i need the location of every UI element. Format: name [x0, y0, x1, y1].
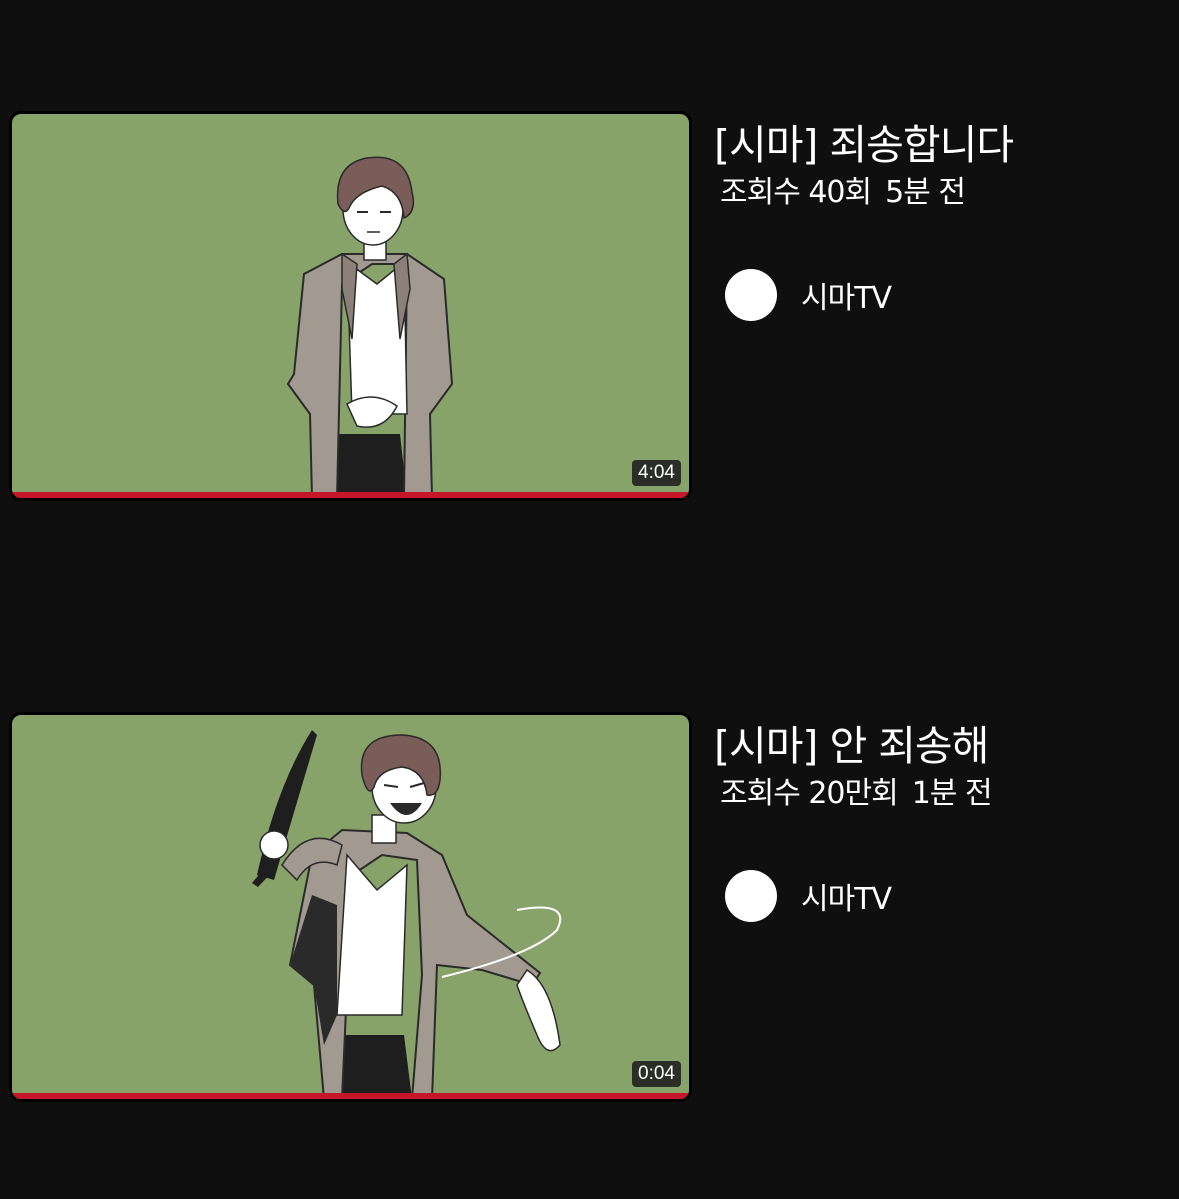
view-count: 조회수 40회	[720, 175, 872, 210]
video-thumbnail[interactable]: 0:04	[9, 712, 692, 1102]
video-title[interactable]: [시마] 안 죄송해	[714, 720, 1169, 772]
video-thumbnail[interactable]: 4:04	[9, 111, 692, 501]
video-info: [시마] 안 죄송해 조회수 20만회 1분 전 시마TV	[714, 720, 1169, 922]
character-slashing-illustration	[252, 730, 562, 1099]
watch-progress-bar	[12, 492, 689, 498]
channel-row[interactable]: 시마TV	[725, 870, 892, 922]
duration-badge: 0:04	[632, 1061, 681, 1087]
character-standing-illustration	[286, 156, 454, 498]
channel-name[interactable]: 시마TV	[801, 273, 892, 317]
video-card[interactable]: 0:04 [시마] 안 죄송해 조회수 20만회 1분 전 시마TV	[9, 712, 1169, 1112]
video-info: [시마] 죄송합니다 조회수 40회 5분 전 시마TV	[714, 119, 1169, 321]
upload-age: 1분 전	[911, 776, 993, 811]
duration-badge: 4:04	[632, 460, 681, 486]
channel-avatar[interactable]	[725, 870, 777, 922]
video-card[interactable]: 4:04 [시마] 죄송합니다 조회수 40회 5분 전 시마TV	[9, 111, 1169, 511]
channel-name[interactable]: 시마TV	[801, 874, 892, 918]
video-title[interactable]: [시마] 죄송합니다	[714, 119, 1169, 171]
video-list: 4:04 [시마] 죄송합니다 조회수 40회 5분 전 시마TV 0:04 […	[0, 0, 1179, 1199]
upload-age: 5분 전	[885, 175, 966, 210]
view-count: 조회수 20만회	[720, 776, 899, 811]
channel-avatar[interactable]	[725, 269, 777, 321]
video-metadata: 조회수 40회 5분 전	[714, 173, 1169, 213]
watch-progress-bar	[12, 1093, 689, 1099]
channel-row[interactable]: 시마TV	[725, 269, 892, 321]
video-metadata: 조회수 20만회 1분 전	[714, 774, 1169, 814]
